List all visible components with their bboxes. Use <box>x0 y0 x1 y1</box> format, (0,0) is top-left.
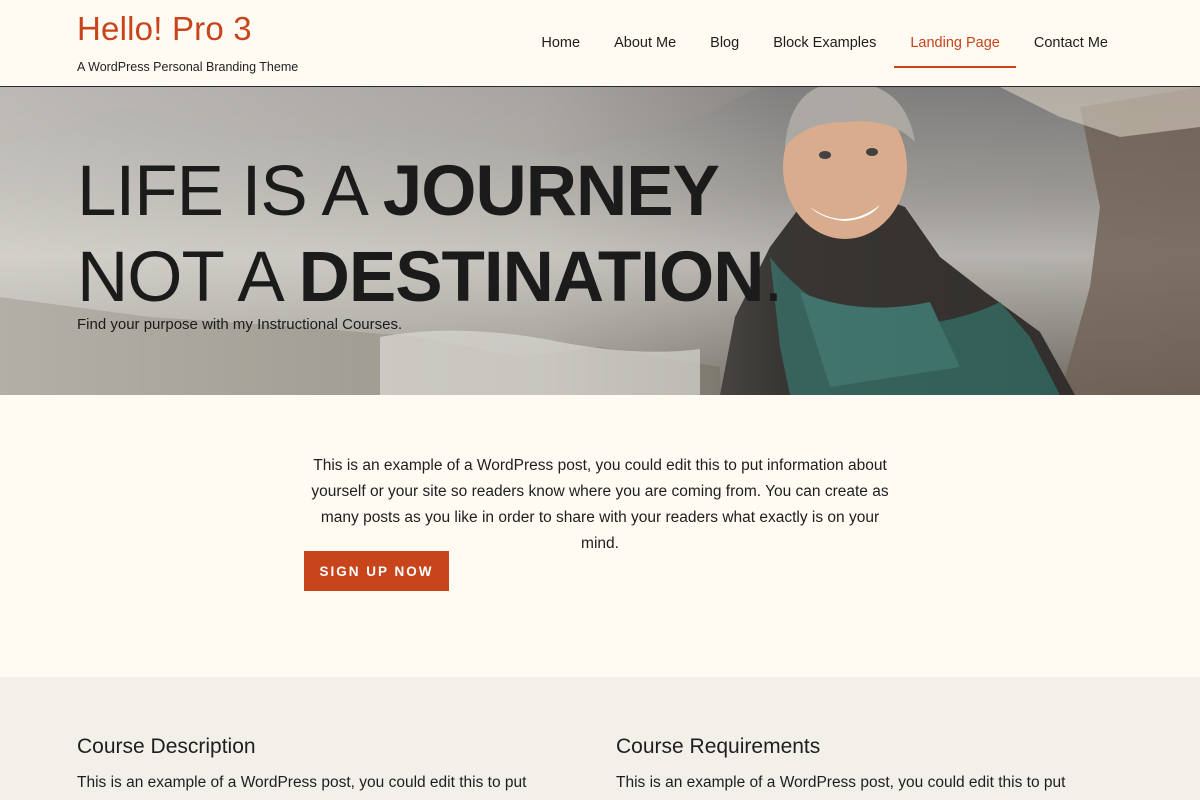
course-requirements-title: Course Requirements <box>616 735 821 758</box>
sign-up-button[interactable]: SIGN UP NOW <box>304 551 449 591</box>
course-requirements-block: Course Requirements This is an example o… <box>616 735 1086 796</box>
nav-item-contact-me[interactable]: Contact Me <box>1034 0 1108 86</box>
hero-line1-light: LIFE IS A <box>77 152 383 231</box>
nav-item-block-examples[interactable]: Block Examples <box>773 0 876 86</box>
course-requirements-text: This is an example of a WordPress post, … <box>616 774 1066 791</box>
site-header: Hello! Pro 3 A WordPress Personal Brandi… <box>0 0 1200 87</box>
course-description-title: Course Description <box>77 735 256 758</box>
course-description-block: Course Description This is an example of… <box>77 735 547 796</box>
site-title-link[interactable]: Hello! Pro 3 <box>77 10 252 48</box>
intro-text: This is an example of a WordPress post, … <box>311 457 889 552</box>
intro-section: This is an example of a WordPress post, … <box>0 395 1200 677</box>
nav-item-blog[interactable]: Blog <box>710 0 739 86</box>
main-nav: Home About Me Blog Block Examples Landin… <box>507 0 1108 86</box>
site-tagline: A WordPress Personal Branding Theme <box>77 60 299 74</box>
hero-headline: LIFE IS A JOURNEY NOT A DESTINATION. <box>77 149 784 321</box>
hero-banner: LIFE IS A JOURNEY NOT A DESTINATION. Fin… <box>0 87 1200 395</box>
hero-line2-end: . <box>763 238 784 317</box>
nav-item-about-me[interactable]: About Me <box>614 0 676 86</box>
hero-line2-bold: DESTINATION <box>298 238 765 317</box>
hero-subtitle: Find your purpose with my Instructional … <box>77 316 403 333</box>
hero-line1-bold: JOURNEY <box>382 152 720 231</box>
courses-section: Course Description This is an example of… <box>0 677 1200 800</box>
course-description-text: This is an example of a WordPress post, … <box>77 774 527 791</box>
nav-item-home[interactable]: Home <box>541 0 580 86</box>
nav-item-landing-page[interactable]: Landing Page <box>894 0 1016 86</box>
hero-line2-light: NOT A <box>77 238 299 317</box>
